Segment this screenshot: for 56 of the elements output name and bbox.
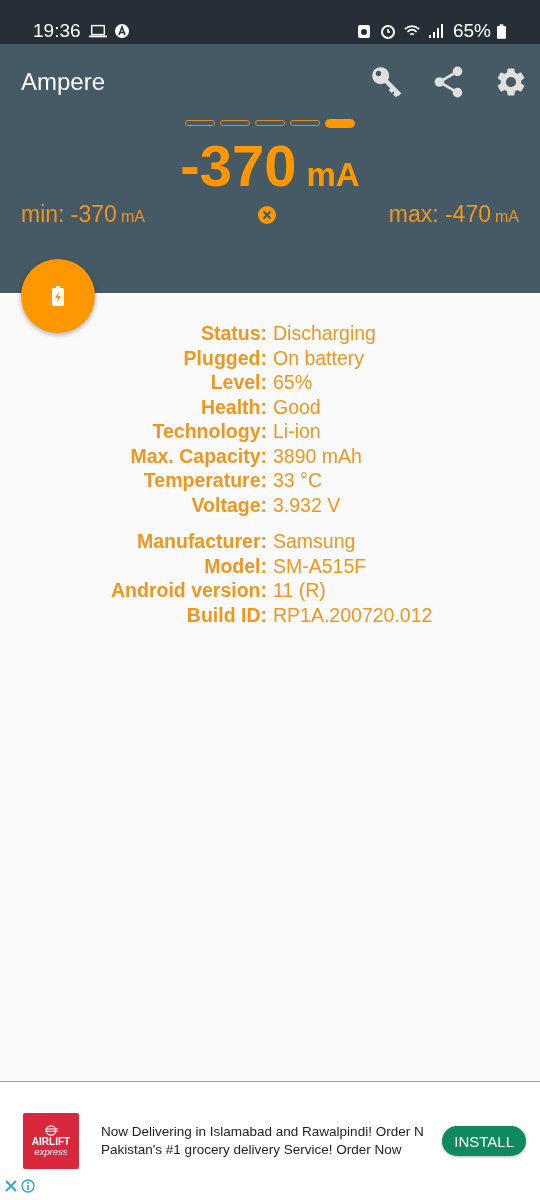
wing-icon [43,1125,59,1136]
info-value: Good [273,394,322,419]
max-reading: max: -470 [388,201,491,228]
ad-description: Pakistan's #1 grocery delivery Service! Order Now [101,1141,403,1159]
info-label: Status: [199,321,267,346]
page-indicator[interactable] [325,119,355,128]
battery-fab-button[interactable] [21,259,95,333]
info-label: Technology: [151,419,267,444]
info-label: Build ID: [185,602,267,627]
info-value: RP1A.200720.012 [273,602,434,627]
info-value: 33 °C [273,468,323,493]
page-indicator[interactable] [290,120,320,126]
ad-logo-tagline: express [34,1147,68,1157]
page-indicator[interactable] [185,120,215,126]
min-unit: mA [120,208,145,226]
info-value: Discharging [273,321,377,346]
ad-logo-name: AIRLIFT [31,1136,71,1147]
battery-percent: 65% [452,20,491,42]
close-icon[interactable] [4,1179,18,1193]
current-reading: -370 [180,132,297,199]
page-indicator[interactable] [220,120,250,126]
current-unit: mA [306,156,360,194]
status-time: 19:36 [33,20,81,42]
ad-logo[interactable]: AIRLIFT express [23,1113,79,1169]
info-label: Android version: [110,578,267,603]
info-value: SM-A515F [273,553,368,578]
ad-headline: Now Delivering in Islamabad and Rawalpindi! Order N [101,1123,425,1141]
info-label: Max. Capacity: [129,443,267,468]
max-unit: mA [495,208,519,226]
info-label: Temperature: [142,468,267,493]
info-label: Level: [209,370,267,395]
info-label: Plugged: [182,345,267,370]
battery-charging-icon [52,286,64,306]
signal-icon [426,23,445,39]
battery-icon [497,23,506,39]
info-value: 3890 mAh [273,443,363,468]
circle-a-icon [112,23,131,39]
laptop-icon [88,23,107,39]
info-value: On battery [273,345,366,370]
key-icon[interactable] [370,65,404,99]
app-title: Ampere [21,68,106,96]
min-reading: min: -370 [21,201,117,228]
alarm-icon [378,23,397,39]
info-value: Li-ion [273,419,322,444]
info-value: 11 (R) [273,578,327,603]
info-label: Model: [203,553,267,578]
info-label: Manufacturer: [135,529,267,554]
info-label: Health: [199,394,267,419]
info-value: Samsung [273,529,357,554]
info-value: 65% [273,370,314,395]
info-value: 3.932 V [273,492,342,517]
install-button[interactable]: INSTALL [442,1126,526,1156]
reset-icon[interactable] [256,204,277,225]
page-indicator[interactable] [255,120,285,126]
info-label: Voltage: [190,492,267,517]
info-icon[interactable] [21,1179,35,1193]
